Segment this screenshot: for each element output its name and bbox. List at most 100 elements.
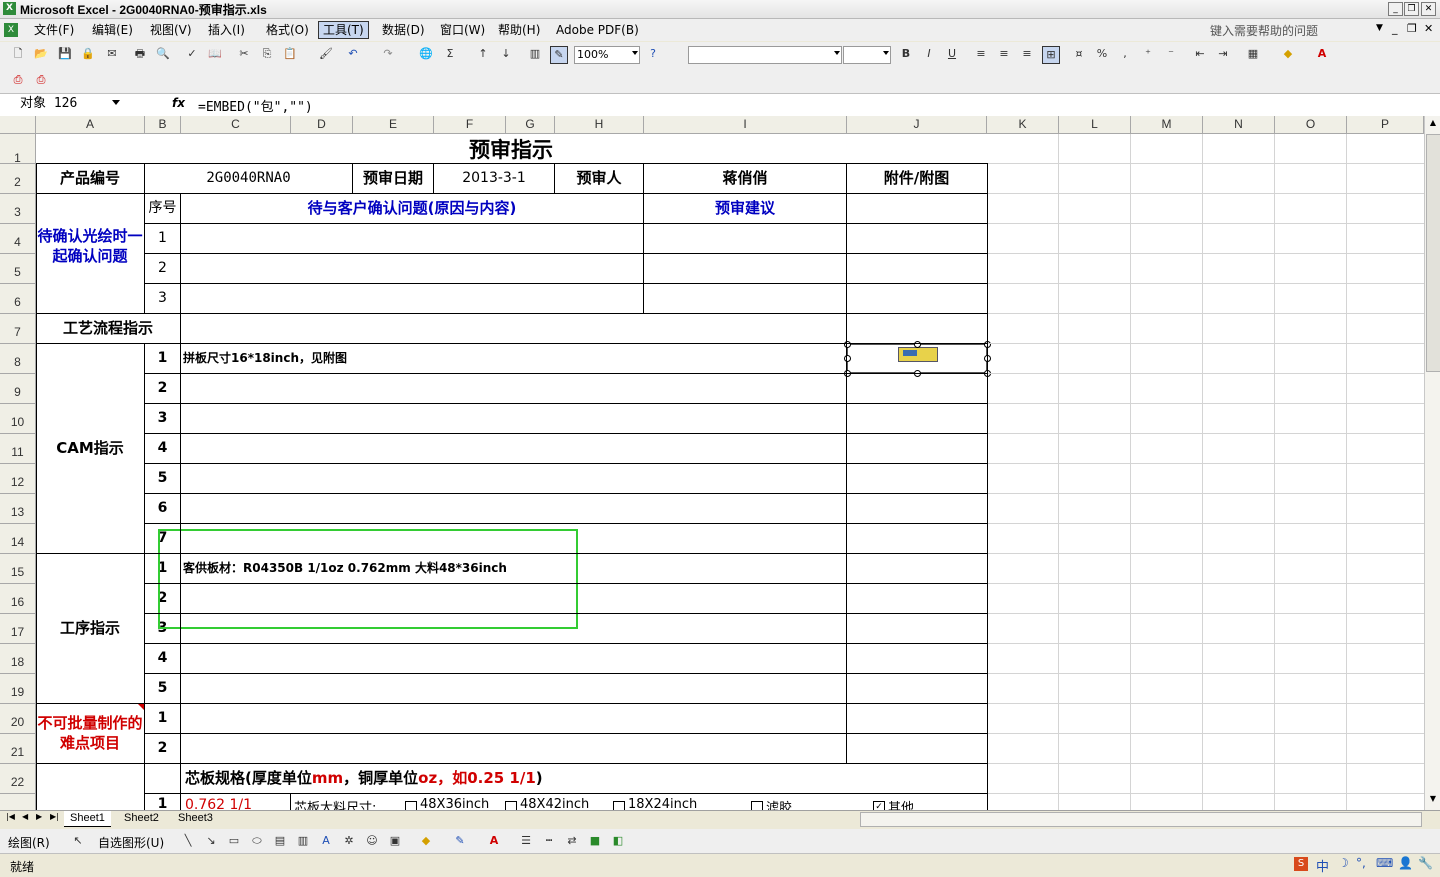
picture-icon[interactable]: ▣: [387, 833, 403, 849]
currency-icon[interactable]: ¤: [1071, 46, 1087, 62]
cam-instruction-text[interactable]: 拼板尺寸16*18inch，见附图: [183, 344, 843, 373]
row-header[interactable]: 16: [0, 584, 36, 614]
comma-icon[interactable]: ,: [1117, 46, 1133, 62]
textbox-icon[interactable]: ▤: [272, 833, 288, 849]
row-header[interactable]: 21: [0, 734, 36, 764]
merge-center-icon[interactable]: ⊞: [1042, 46, 1060, 64]
dash-style-icon[interactable]: ┅: [541, 833, 557, 849]
menu-edit[interactable]: 编辑(E): [88, 22, 137, 38]
row-header[interactable]: 4: [0, 224, 36, 254]
document-icon[interactable]: X: [4, 23, 18, 37]
row-header[interactable]: 5: [0, 254, 36, 284]
increase-decimal-icon[interactable]: ⁺: [1140, 46, 1156, 62]
draw-fill-color-icon[interactable]: ◆: [418, 833, 434, 849]
seq-number[interactable]: 5: [145, 674, 180, 703]
align-right-icon[interactable]: ≡: [1019, 46, 1035, 62]
label-seq[interactable]: 序号: [145, 194, 180, 223]
tab-next-icon[interactable]: ▶: [36, 812, 42, 821]
save-icon[interactable]: 💾: [57, 46, 73, 62]
seq-number[interactable]: 4: [145, 644, 180, 673]
percent-icon[interactable]: %: [1094, 46, 1110, 62]
draw-menu-button[interactable]: 绘图(R): [8, 834, 50, 851]
borders-icon[interactable]: ▦: [1245, 46, 1261, 62]
ime-settings-icon[interactable]: 🔧: [1418, 856, 1433, 870]
column-header[interactable]: H: [555, 116, 644, 134]
seq-number[interactable]: 3: [145, 284, 180, 313]
row-header[interactable]: 15: [0, 554, 36, 584]
italic-icon[interactable]: I: [921, 46, 937, 62]
menu-adobe-pdf[interactable]: Adobe PDF(B): [552, 22, 643, 38]
row-header[interactable]: 10: [0, 404, 36, 434]
help-icon[interactable]: ?: [645, 46, 661, 62]
worksheet-grid[interactable]: A B C D E F G H I J K L M N O P 1 2 3 4 …: [0, 116, 1424, 810]
checkbox-filter[interactable]: [751, 801, 763, 810]
row-header[interactable]: 17: [0, 614, 36, 644]
seq-number[interactable]: 1: [145, 344, 180, 373]
clipart-icon[interactable]: ☺: [364, 833, 380, 849]
doc-close-icon[interactable]: ✕: [1424, 22, 1433, 35]
sheet-tab-1[interactable]: Sheet1: [64, 811, 111, 827]
paste-icon[interactable]: 📋: [282, 46, 298, 62]
line-style-icon[interactable]: ☰: [518, 833, 534, 849]
line-icon[interactable]: ╲: [180, 833, 196, 849]
seq-number[interactable]: 2: [145, 374, 180, 403]
column-header[interactable]: N: [1203, 116, 1275, 134]
row-header[interactable]: 8: [0, 344, 36, 374]
row-header[interactable]: 13: [0, 494, 36, 524]
decrease-decimal-icon[interactable]: ⁻: [1163, 46, 1179, 62]
font-color-icon[interactable]: A: [1314, 46, 1330, 62]
row-header[interactable]: 12: [0, 464, 36, 494]
seq-number[interactable]: 1: [145, 704, 180, 733]
select-all-corner[interactable]: [0, 116, 36, 134]
redo-icon[interactable]: ↷: [380, 46, 396, 62]
formula-input[interactable]: =EMBED("包",""): [198, 96, 313, 115]
3d-icon[interactable]: ◧: [610, 833, 626, 849]
review-date-value[interactable]: 2013-3-1: [434, 164, 554, 193]
label-procedure[interactable]: 工序指示: [36, 614, 144, 643]
product-number-value[interactable]: 2G0040RNA0: [145, 164, 352, 193]
font-size-select[interactable]: [843, 46, 891, 64]
menu-view[interactable]: 视图(V): [146, 22, 196, 38]
label-review-date[interactable]: 预审日期: [353, 164, 433, 193]
sort-ascending-icon[interactable]: ↑: [475, 46, 491, 62]
column-header[interactable]: C: [181, 116, 291, 134]
fill-color-icon[interactable]: ◆: [1280, 46, 1296, 62]
row-header[interactable]: 14: [0, 524, 36, 554]
arrow-icon[interactable]: ↘: [203, 833, 219, 849]
print-preview-icon[interactable]: 🔍: [155, 46, 171, 62]
column-header[interactable]: B: [145, 116, 181, 134]
drawing-icon[interactable]: ✎: [550, 46, 568, 64]
pdf-email-icon[interactable]: ⎙: [33, 72, 49, 88]
seq-number[interactable]: 1: [145, 796, 180, 810]
increase-indent-icon[interactable]: ⇥: [1215, 46, 1231, 62]
reviewer-value[interactable]: 蒋俏俏: [644, 164, 846, 193]
ime-moon-icon[interactable]: ☽: [1338, 856, 1349, 870]
ime-punct-icon[interactable]: °,: [1356, 856, 1366, 870]
minimize-button[interactable]: _: [1388, 2, 1403, 16]
research-icon[interactable]: 📖: [207, 46, 223, 62]
checkbox-48x42[interactable]: [505, 801, 517, 810]
row-header[interactable]: 7: [0, 314, 36, 344]
bold-icon[interactable]: B: [898, 46, 914, 62]
menu-format[interactable]: 格式(O): [262, 22, 313, 38]
email-icon[interactable]: ✉: [104, 46, 120, 62]
column-header[interactable]: F: [434, 116, 506, 134]
horizontal-scrollbar[interactable]: [860, 812, 1422, 827]
column-header[interactable]: D: [291, 116, 353, 134]
menu-data[interactable]: 数据(D): [378, 22, 429, 38]
oval-icon[interactable]: ⬭: [249, 833, 265, 849]
chart-wizard-icon[interactable]: ▥: [527, 46, 543, 62]
draw-font-color-icon[interactable]: A: [486, 833, 502, 849]
seq-number[interactable]: 5: [145, 464, 180, 493]
seq-number[interactable]: 1: [145, 224, 180, 253]
sort-descending-icon[interactable]: ↓: [498, 46, 514, 62]
format-painter-icon[interactable]: 🖌: [318, 46, 334, 62]
cut-icon[interactable]: ✂: [236, 46, 252, 62]
seq-number[interactable]: 3: [145, 404, 180, 433]
label-reviewer[interactable]: 预审人: [555, 164, 643, 193]
menu-insert[interactable]: 插入(I): [204, 22, 249, 38]
autoshapes-menu-button[interactable]: 自选图形(U): [98, 834, 164, 851]
tab-last-icon[interactable]: ▶|: [50, 812, 59, 821]
label-confirm-group[interactable]: 待确认光绘时一起确认问题: [36, 226, 144, 266]
column-header[interactable]: J: [847, 116, 987, 134]
